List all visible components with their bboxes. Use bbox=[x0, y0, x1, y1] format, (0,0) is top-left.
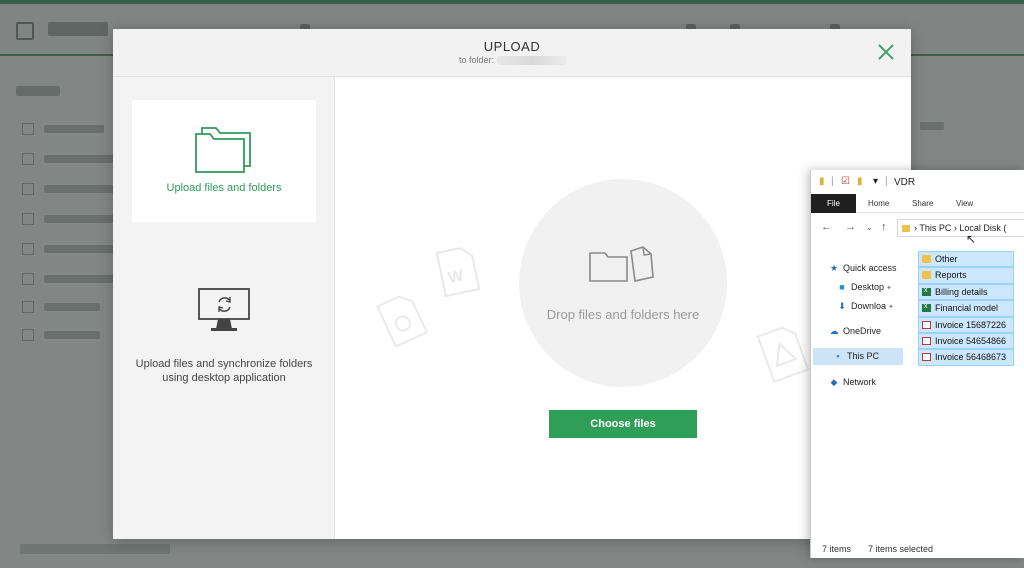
pc-icon: ▪ bbox=[836, 351, 840, 361]
nav-network[interactable]: ◆ Network bbox=[829, 374, 921, 391]
file-name: Reports bbox=[935, 270, 967, 281]
tab-view[interactable]: View bbox=[956, 194, 973, 213]
tab-file[interactable]: File bbox=[811, 194, 856, 213]
upload-destination-label: to folder: bbox=[459, 55, 495, 65]
ribbon-tabs: File Home Share View bbox=[811, 194, 1024, 213]
desktop-icon: ■ bbox=[839, 282, 845, 292]
upload-dialog-title: UPLOAD bbox=[483, 39, 541, 54]
nav-quick-access[interactable]: ★ Quick access bbox=[829, 260, 921, 277]
pdf-file-icon bbox=[922, 353, 931, 362]
cloud-icon: ☁ bbox=[829, 326, 839, 336]
files-folder-icon bbox=[589, 246, 654, 282]
nav-item-label: Downloa bbox=[851, 301, 887, 311]
nav-item-label: OneDrive bbox=[843, 326, 882, 336]
window-title: VDR bbox=[894, 177, 916, 188]
file-item-pdf[interactable]: Invoice 56468673 bbox=[918, 349, 1014, 366]
new-folder-icon[interactable]: ▮ bbox=[857, 176, 863, 187]
item-count: 7 items bbox=[822, 544, 852, 554]
recent-locations-chevron-icon[interactable]: ⌄ bbox=[866, 223, 873, 232]
upload-dialog: UPLOAD to folder: Upload files and folde… bbox=[113, 29, 911, 539]
drop-target-circle: Drop files and folders here bbox=[519, 179, 727, 387]
file-name: Invoice 15687226 bbox=[935, 319, 1007, 330]
monitor-sync-icon bbox=[132, 287, 316, 338]
status-bar: 7 items 7 items selected bbox=[811, 540, 1024, 558]
pin-icon: ✦ bbox=[886, 285, 892, 292]
upload-options-panel: Upload files and folders Upload files an… bbox=[113, 77, 335, 539]
pin-icon: ✦ bbox=[888, 304, 894, 311]
customize-toolbar-icon[interactable]: ▾ bbox=[873, 176, 878, 187]
quick-access-toolbar: ▮ | ☑ ▮ ▾ | VDR bbox=[811, 170, 1024, 194]
nav-item-label: Network bbox=[843, 377, 877, 387]
file-item-folder[interactable]: Other bbox=[918, 251, 1014, 268]
desktop-sync-option-label: Upload files and synchronize folders usi… bbox=[135, 358, 313, 384]
up-arrow-icon[interactable]: ↑ bbox=[881, 221, 887, 233]
file-name: Other bbox=[935, 254, 958, 264]
word-file-icon: W bbox=[435, 246, 481, 297]
file-item-pdf[interactable]: Invoice 54654866 bbox=[918, 332, 1014, 350]
file-item-excel[interactable]: Financial model bbox=[918, 300, 1014, 317]
file-item-pdf[interactable]: Invoice 15687226 bbox=[918, 316, 1014, 333]
file-name: Billing details bbox=[935, 286, 988, 297]
file-item-excel[interactable]: Billing details bbox=[918, 283, 1014, 301]
network-icon: ◆ bbox=[830, 377, 838, 387]
upload-dialog-header: UPLOAD to folder: bbox=[113, 29, 911, 77]
download-icon: ⬇ bbox=[838, 301, 846, 311]
folder-icon bbox=[902, 225, 910, 233]
folder-icon: ▮ bbox=[819, 176, 825, 187]
pdf-file-icon bbox=[756, 326, 810, 383]
separator: | bbox=[885, 176, 888, 187]
mouse-cursor-icon: ↖ bbox=[966, 232, 977, 246]
selection-count: 7 items selected bbox=[868, 544, 934, 554]
pdf-file-icon bbox=[922, 336, 931, 345]
nav-this-pc[interactable]: ▪ This PC bbox=[813, 348, 903, 365]
separator: | bbox=[831, 176, 834, 187]
upload-files-option-label: Upload files and folders bbox=[166, 182, 282, 194]
address-bar[interactable]: › This PC › Local Disk ( bbox=[897, 219, 1024, 237]
forward-arrow-icon[interactable]: → bbox=[845, 221, 856, 233]
nav-item-label: This PC bbox=[847, 351, 880, 361]
navigation-bar: ← → ⌄ ↑ › This PC › Local Disk ( bbox=[811, 213, 1024, 243]
nav-item-label: Quick access bbox=[843, 263, 897, 273]
upload-files-option[interactable]: Upload files and folders bbox=[132, 100, 316, 222]
file-item-folder[interactable]: Reports bbox=[918, 267, 1014, 284]
folder-icon bbox=[922, 271, 931, 280]
file-name: Financial model bbox=[935, 303, 999, 314]
properties-icon[interactable]: ☑ bbox=[841, 176, 850, 187]
file-name: Invoice 54654866 bbox=[935, 335, 1007, 346]
breadcrumb-this-pc[interactable]: This PC bbox=[919, 223, 951, 233]
upload-destination: to folder: bbox=[459, 55, 568, 66]
close-icon[interactable] bbox=[875, 41, 897, 63]
file-name: Invoice 56468673 bbox=[935, 352, 1007, 363]
nav-item-label: Desktop bbox=[851, 282, 885, 292]
redacted-folder-name bbox=[497, 56, 568, 66]
nav-onedrive[interactable]: ☁ OneDrive bbox=[829, 323, 921, 340]
nav-downloads[interactable]: ⬇ Downloa ✦ bbox=[837, 298, 929, 315]
nav-desktop[interactable]: ■ Desktop ✦ bbox=[837, 279, 929, 296]
tab-share[interactable]: Share bbox=[912, 194, 933, 213]
file-explorer-window: ▮ | ☑ ▮ ▾ | VDR File Home Share View ← →… bbox=[810, 170, 1024, 558]
choose-files-button[interactable]: Choose files bbox=[549, 410, 697, 438]
back-arrow-icon[interactable]: ← bbox=[821, 221, 832, 233]
excel-file-icon bbox=[922, 301, 931, 314]
navigation-pane: ★ Quick access ■ Desktop ✦ ⬇ Downloa ✦ ☁ OneDr… bbox=[811, 258, 915, 508]
svg-text:W: W bbox=[447, 267, 466, 287]
star-icon: ★ bbox=[829, 263, 839, 273]
image-file-icon bbox=[376, 295, 429, 347]
excel-file-icon bbox=[922, 285, 931, 298]
tab-home[interactable]: Home bbox=[868, 194, 889, 213]
folder-icon bbox=[922, 255, 931, 263]
pdf-file-icon bbox=[922, 320, 931, 329]
desktop-sync-option[interactable]: Upload files and synchronize folders usi… bbox=[132, 265, 316, 387]
folders-icon bbox=[132, 124, 316, 179]
file-list: Other Reports Billing details Financial … bbox=[918, 251, 1014, 366]
drop-zone-text: Drop files and folders here bbox=[546, 307, 700, 322]
